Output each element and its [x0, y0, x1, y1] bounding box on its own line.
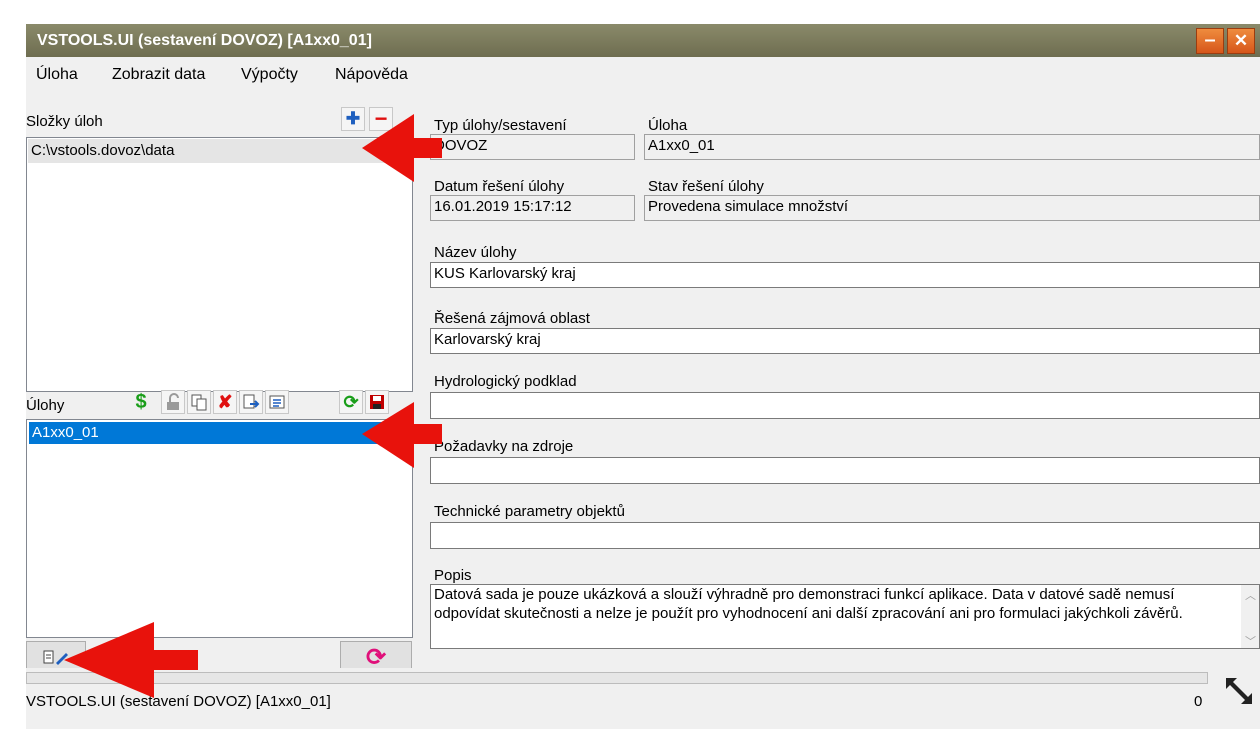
state-label: Stav řešení úlohy: [648, 178, 764, 195]
delete-button[interactable]: ✘: [213, 390, 237, 414]
list-icon: [269, 395, 285, 409]
copy-icon: [191, 394, 207, 411]
dollar-icon[interactable]: $: [129, 390, 153, 414]
area-field[interactable]: Karlovarský kraj: [430, 328, 1260, 354]
menu-bar: Úloha Zobrazit data Výpočty Nápověda: [26, 57, 1260, 93]
state-field: Provedena simulace množství: [644, 195, 1260, 221]
annotation-arrow: [362, 402, 442, 468]
menu-uloha[interactable]: Úloha: [36, 66, 78, 84]
requirements-label: Požadavky na zdroje: [434, 438, 574, 455]
title-bar[interactable]: VSTOOLS.UI (sestavení DOVOZ) [A1xx0_01] …: [26, 24, 1260, 57]
name-field[interactable]: KUS Karlovarský kraj: [430, 262, 1260, 288]
status-count: 0: [1194, 693, 1203, 710]
progress-bar: [26, 672, 1208, 684]
annotation-arrow: [362, 114, 442, 182]
plus-icon: ✚: [345, 109, 361, 128]
tech-label: Technické parametry objektů: [434, 503, 625, 520]
delete-icon: ✘: [217, 391, 233, 412]
tasks-label: Úlohy: [26, 397, 65, 414]
task-field: A1xx0_01: [644, 134, 1260, 160]
resize-grip-icon[interactable]: [1224, 676, 1254, 706]
left-panel: Složky úloh ✚ − C:\vstools.dovoz\data Úl…: [26, 93, 420, 673]
menu-napoveda[interactable]: Nápověda: [335, 66, 408, 84]
description-label: Popis: [434, 567, 472, 584]
unlock-icon: [167, 393, 179, 410]
task-label: Úloha: [648, 117, 688, 134]
menu-vypocty[interactable]: Výpočty: [241, 66, 298, 84]
refresh-icon: ⟳: [343, 391, 359, 412]
hydro-label: Hydrologický podklad: [434, 373, 577, 390]
task-item[interactable]: A1xx0_01: [29, 422, 382, 444]
status-bar: VSTOOLS.UI (sestavení DOVOZ) [A1xx0_01] …: [26, 668, 1260, 729]
scroll-down-icon[interactable]: ﹀: [1245, 633, 1256, 649]
tasks-list[interactable]: A1xx0_01: [26, 419, 413, 638]
folder-item[interactable]: C:\vstools.dovoz\data: [28, 139, 411, 163]
type-field: DOVOZ: [430, 134, 635, 160]
folders-label: Složky úloh: [26, 113, 103, 130]
list-button[interactable]: [265, 390, 289, 414]
copy-button[interactable]: [187, 390, 211, 414]
type-label: Typ úlohy/sestavení: [434, 117, 567, 134]
task-details-panel: Typ úlohy/sestavení DOVOZ Úloha A1xx0_01…: [420, 93, 1260, 668]
export-icon: [243, 394, 260, 409]
refresh-button[interactable]: ⟳: [339, 390, 363, 414]
close-button[interactable]: ✕: [1227, 28, 1255, 54]
annotation-arrow: [64, 622, 198, 698]
date-label: Datum řešení úlohy: [434, 178, 565, 195]
scroll-up-icon[interactable]: ︿: [1245, 587, 1256, 603]
area-label: Řešená zájmová oblast: [434, 310, 590, 327]
unlock-button[interactable]: [161, 390, 185, 414]
window-title: VSTOOLS.UI (sestavení DOVOZ) [A1xx0_01]: [37, 32, 372, 49]
description-field[interactable]: Datová sada je pouze ukázková a slouží v…: [430, 584, 1260, 649]
export-button[interactable]: [239, 390, 263, 414]
name-label: Název úlohy: [434, 244, 517, 261]
tech-field[interactable]: [430, 522, 1260, 549]
hydro-field[interactable]: [430, 392, 1260, 419]
folders-list[interactable]: C:\vstools.dovoz\data: [26, 137, 413, 392]
menu-zobrazit-data[interactable]: Zobrazit data: [112, 66, 205, 84]
date-field: 16.01.2019 15:17:12: [430, 195, 635, 221]
requirements-field[interactable]: [430, 457, 1260, 484]
minimize-button[interactable]: –: [1196, 28, 1224, 54]
description-scrollbar[interactable]: ︿ ﹀: [1241, 585, 1259, 648]
